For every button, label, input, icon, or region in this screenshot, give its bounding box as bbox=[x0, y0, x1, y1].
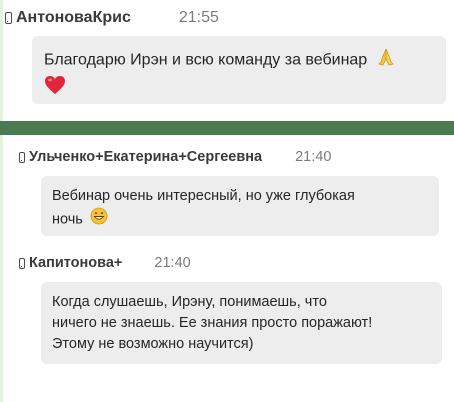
mobile-phone-icon bbox=[5, 12, 12, 24]
praying-hands-icon bbox=[376, 47, 396, 74]
message-bubble: Вебинар очень интересный, но уже глубока… bbox=[41, 176, 439, 236]
message-time: 21:55 bbox=[178, 9, 219, 26]
message-bubble: Благодарю Ирэн и всю команду за вебинар bbox=[32, 36, 446, 104]
message-time: 21:40 bbox=[295, 149, 332, 165]
grinning-sweat-face-icon bbox=[90, 207, 108, 232]
chat-panel-bottom: Ульченко+Екатерина+Сергеевна 21:40 Вебин… bbox=[0, 135, 454, 402]
message-text: ничего не знаешь. Ее знания просто пораж… bbox=[52, 315, 373, 331]
chat-message: Капитонова+ 21:40 bbox=[19, 253, 191, 273]
message-bubble: Когда слушаешь, Ирэну, понимаешь, что ни… bbox=[41, 282, 442, 364]
message-time: 21:40 bbox=[154, 255, 191, 271]
message-text: Этому не возможно научится) bbox=[52, 336, 254, 352]
panel-divider bbox=[0, 121, 454, 135]
mobile-phone-icon bbox=[19, 257, 25, 269]
chat-message: Ульченко+Екатерина+Сергеевна 21:40 bbox=[19, 147, 331, 167]
mobile-phone-icon bbox=[19, 151, 25, 163]
message-text: Вебинар очень интересный, но уже глубока… bbox=[52, 188, 355, 204]
message-author: АнтоноваКрис bbox=[16, 9, 131, 26]
message-text: ночь bbox=[52, 211, 83, 228]
chat-message: АнтоноваКрис 21:55 bbox=[5, 8, 219, 28]
message-author: Капитонова+ bbox=[29, 255, 123, 271]
red-heart-icon bbox=[44, 75, 66, 102]
message-text: Благодарю Ирэн и всю команду за вебинар bbox=[44, 51, 368, 69]
message-author: Ульченко+Екатерина+Сергеевна bbox=[29, 149, 263, 165]
message-text: Когда слушаешь, Ирэну, понимаешь, что bbox=[52, 294, 327, 310]
chat-panel-top: АнтоноваКрис 21:55 Благодарю Ирэн и всю … bbox=[0, 0, 454, 121]
